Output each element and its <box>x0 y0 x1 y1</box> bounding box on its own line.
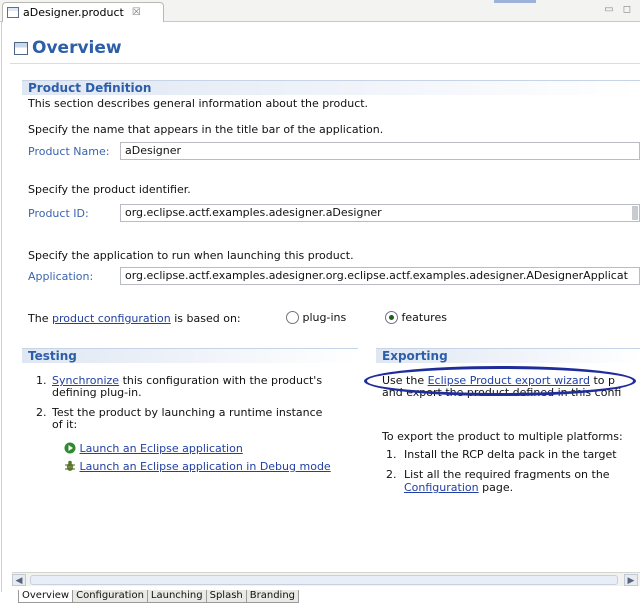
plugins-radio-label: plug-ins <box>302 311 347 324</box>
product-id-label: Product ID: <box>28 207 89 220</box>
editor-tab-label: aDesigner.product <box>23 6 124 19</box>
product-id-value: org.eclipse.actf.examples.adesigner.aDes… <box>125 206 382 219</box>
product-configuration-row: The product configuration is based on: <box>28 312 241 325</box>
application-hint: Specify the application to run when laun… <box>28 249 354 262</box>
scroll-left-arrow-icon[interactable]: ◀ <box>12 574 26 586</box>
product-id-field[interactable]: org.eclipse.actf.examples.adesigner.aDes… <box>120 204 640 222</box>
testing-item1-line2: defining plug-in. <box>52 386 142 399</box>
testing-item1-number: 1. <box>36 374 47 387</box>
window-sash[interactable] <box>494 0 536 3</box>
testing-item2-line1: Test the product by launching a runtime … <box>52 406 323 419</box>
tab-splash[interactable]: Splash <box>205 590 247 603</box>
product-id-hint: Specify the product identifier. <box>28 183 191 196</box>
export-page-word: page. <box>482 481 514 494</box>
close-icon[interactable]: ☒ <box>132 7 141 18</box>
product-editor: Overview Product Definition This section… <box>1 22 640 592</box>
plugins-radio[interactable] <box>286 311 299 324</box>
option-features[interactable]: features <box>385 311 447 324</box>
application-combo[interactable]: org.eclipse.actf.examples.adesigner.org.… <box>120 267 640 285</box>
editor-page-tabs: Overview Configuration Launching Splash … <box>18 590 300 603</box>
product-definition-description: This section describes general informati… <box>28 97 369 110</box>
application-label: Application: <box>28 270 94 283</box>
run-icon <box>64 442 76 454</box>
testing-item2-line2: of it: <box>52 418 78 431</box>
testing-title: Testing <box>28 349 77 363</box>
horizontal-scrollbar[interactable]: ◀ ▶ <box>12 572 640 586</box>
product-name-label: Product Name: <box>28 145 110 158</box>
exporting-title: Exporting <box>382 349 448 363</box>
launch-debug-mode-link[interactable]: Launch an Eclipse application in Debug m… <box>80 460 331 473</box>
product-name-field[interactable]: aDesigner <box>120 142 640 160</box>
debug-bug-icon <box>65 460 75 471</box>
export-item1-text: Install the RCP delta pack in the target <box>404 448 617 461</box>
highlight-ellipse <box>364 366 636 396</box>
editor-tab-adesigner-product[interactable]: aDesigner.product ☒ <box>2 2 164 22</box>
window-controls[interactable]: ▭ ◻ <box>604 4 634 15</box>
launch-eclipse-application-link[interactable]: Launch an Eclipse application <box>80 442 243 455</box>
scrollbar-thumb[interactable] <box>30 575 618 585</box>
tab-overview[interactable]: Overview <box>18 590 74 603</box>
tab-branding[interactable]: Branding <box>245 590 300 603</box>
export-item2-line2: Configuration page. <box>404 481 513 494</box>
product-definition-title: Product Definition <box>28 81 152 95</box>
page-header: Overview <box>14 38 122 58</box>
scroll-right-arrow-icon[interactable]: ▶ <box>624 574 638 586</box>
export-multi-intro: To export the product to multiple platfo… <box>382 430 623 443</box>
page-title: Overview <box>32 38 122 58</box>
product-id-field-scroll <box>632 206 638 220</box>
title-divider <box>10 63 640 64</box>
tab-configuration[interactable]: Configuration <box>72 590 148 603</box>
testing-item1-text: this configuration with the product's <box>122 374 323 387</box>
tab-launching[interactable]: Launching <box>146 590 207 603</box>
option-plugins[interactable]: plug-ins <box>286 311 346 324</box>
config-suffix: is based on: <box>174 312 241 325</box>
configuration-page-link[interactable]: Configuration <box>404 481 479 494</box>
overview-page-icon <box>14 41 28 55</box>
config-prefix: The <box>28 312 49 325</box>
testing-item2-number: 2. <box>36 406 47 419</box>
launch-application-row[interactable]: Launch an Eclipse application <box>64 442 243 455</box>
product-name-hint: Specify the name that appears in the tit… <box>28 123 384 136</box>
product-configuration-link[interactable]: product configuration <box>52 312 171 325</box>
export-item1-number: 1. <box>386 448 397 461</box>
launch-debug-row[interactable]: Launch an Eclipse application in Debug m… <box>64 460 331 473</box>
export-item2-number: 2. <box>386 468 397 481</box>
product-file-icon <box>7 7 19 18</box>
features-radio-label: features <box>401 311 447 324</box>
features-radio[interactable] <box>385 311 398 324</box>
export-item2-text: List all the required fragments on the <box>404 468 610 481</box>
editor-tab-bar: aDesigner.product ☒ ▭ ◻ <box>0 0 640 22</box>
